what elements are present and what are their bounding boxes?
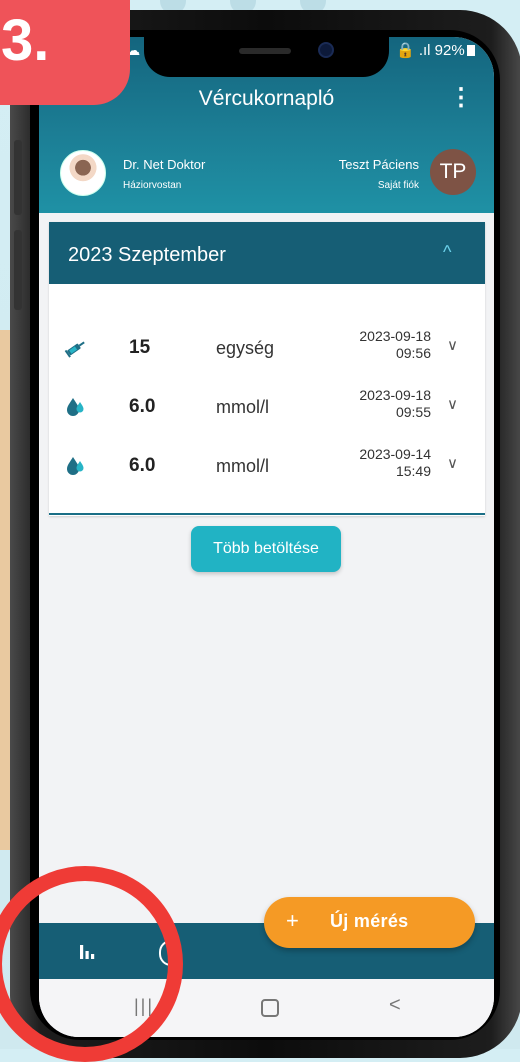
patient-name[interactable]: Teszt Páciens <box>339 157 419 172</box>
patient-account: Saját fiók <box>377 180 419 191</box>
entry-datetime: 2023-09-14 15:49 <box>339 446 431 480</box>
step-number: 3. <box>1 8 50 73</box>
entry-date: 2023-09-18 <box>359 328 431 344</box>
doctor-avatar[interactable] <box>60 150 106 196</box>
month-header[interactable]: 2023 Szeptember ^ <box>49 222 485 284</box>
chevron-down-icon[interactable]: ∨ <box>447 336 458 354</box>
status-text: 🔒 .ıl 92% <box>396 42 465 59</box>
entry-unit: egység <box>216 338 275 358</box>
battery-icon <box>466 45 475 56</box>
entry-row[interactable]: 15 egység 2023-09-18 09:56 ∨ <box>49 328 485 382</box>
system-back-icon[interactable]: < <box>389 994 401 1017</box>
entry-datetime: 2023-09-18 09:56 <box>339 328 431 362</box>
chevron-down-icon[interactable]: ∨ <box>447 454 458 472</box>
doctor-role: Háziorvostan <box>123 180 182 191</box>
entry-time: 09:55 <box>395 404 431 420</box>
entry-date: 2023-09-14 <box>359 446 431 462</box>
more-menu-icon[interactable]: ⋮ <box>449 83 473 112</box>
power-button <box>14 230 22 310</box>
home-icon[interactable] <box>261 999 279 1017</box>
month-title: 2023 Szeptember <box>68 244 226 266</box>
entry-datetime: 2023-09-18 09:55 <box>339 387 431 421</box>
entry-row[interactable]: 6.0 mmol/l 2023-09-18 09:55 ∨ <box>49 387 485 441</box>
syringe-icon <box>64 341 85 358</box>
entry-value: 15 <box>129 337 151 358</box>
entry-value: 6.0 <box>129 455 156 476</box>
blood-drop-icon <box>67 457 84 475</box>
doctor-name[interactable]: Dr. Net Doktor <box>123 157 205 172</box>
entry-unit: mmol/l <box>216 397 269 417</box>
load-more-button[interactable]: Több betöltése <box>191 526 341 572</box>
list-divider <box>49 513 485 515</box>
plus-icon: + <box>286 908 299 933</box>
volume-button <box>14 140 22 215</box>
entry-unit: mmol/l <box>216 456 269 476</box>
blood-drop-icon <box>67 398 84 416</box>
entry-time: 09:56 <box>395 345 431 361</box>
patient-avatar[interactable]: TP <box>430 149 476 195</box>
chevron-down-icon[interactable]: ∨ <box>447 395 458 413</box>
step-badge: 3. <box>0 0 130 105</box>
month-card: 2023 Szeptember ^ 15 egység 2023-09-18 0… <box>49 222 485 516</box>
entry-time: 15:49 <box>395 463 431 479</box>
entry-row[interactable]: 6.0 mmol/l 2023-09-14 15:49 ∨ <box>49 446 485 500</box>
entry-value: 6.0 <box>129 396 156 417</box>
camera-notch <box>144 37 389 77</box>
status-icons-right: 🔒 .ıl 92% <box>396 41 475 59</box>
chevron-up-icon[interactable]: ^ <box>443 242 451 263</box>
entry-date: 2023-09-18 <box>359 387 431 403</box>
new-measurement-button[interactable]: + Új mérés <box>264 897 475 948</box>
fab-label: Új mérés <box>330 911 409 931</box>
